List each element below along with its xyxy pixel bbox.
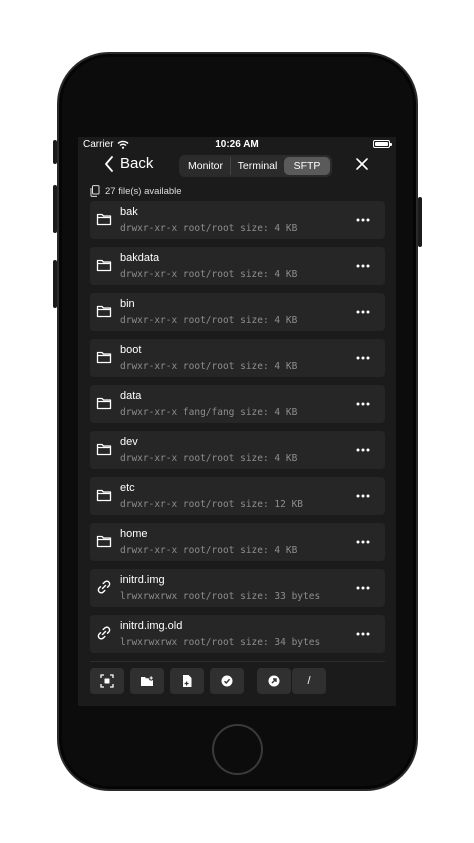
file-name: boot bbox=[120, 344, 142, 356]
file-meta: drwxr-xr-x root/root size: 4 KB bbox=[120, 269, 298, 280]
more-options-icon[interactable] bbox=[355, 445, 371, 455]
more-options-icon[interactable] bbox=[355, 399, 371, 409]
file-meta: lrwxrwxrwx root/root size: 34 bytes bbox=[120, 637, 321, 648]
new-folder-icon bbox=[141, 675, 154, 686]
back-label: Back bbox=[120, 155, 154, 172]
link-icon bbox=[97, 580, 111, 594]
file-name: dev bbox=[120, 436, 138, 448]
more-options-icon[interactable] bbox=[355, 583, 371, 593]
file-meta: drwxr-xr-x root/root size: 4 KB bbox=[120, 453, 298, 464]
file-name: etc bbox=[120, 482, 135, 494]
close-icon[interactable] bbox=[354, 156, 370, 172]
file-meta: drwxr-xr-x root/root size: 4 KB bbox=[120, 361, 298, 372]
file-row[interactable]: initrd.img lrwxrwxrwx root/root size: 33… bbox=[90, 569, 385, 607]
file-name: bak bbox=[120, 206, 138, 218]
tab-monitor[interactable]: Monitor bbox=[181, 157, 231, 175]
select-all-button[interactable] bbox=[210, 668, 244, 694]
arrow-circle-icon bbox=[268, 675, 280, 687]
new-file-button[interactable] bbox=[170, 668, 204, 694]
file-meta: drwxr-xr-x root/root size: 4 KB bbox=[120, 315, 298, 326]
folder-icon bbox=[96, 443, 112, 456]
file-count: 27 file(s) available bbox=[90, 185, 182, 197]
battery-icon bbox=[373, 140, 392, 148]
file-row[interactable]: bak drwxr-xr-x root/root size: 4 KB bbox=[90, 201, 385, 239]
power-button bbox=[418, 197, 422, 247]
folder-icon bbox=[96, 305, 112, 318]
file-row[interactable]: initrd.img.old lrwxrwxrwx root/root size… bbox=[90, 615, 385, 653]
navigation-bar: Back Monitor Terminal SFTP bbox=[78, 153, 396, 183]
file-row[interactable]: etc drwxr-xr-x root/root size: 12 KB bbox=[90, 477, 385, 515]
folder-icon bbox=[96, 351, 112, 364]
new-file-icon bbox=[183, 675, 192, 687]
path-button[interactable]: / bbox=[292, 668, 326, 694]
more-options-icon[interactable] bbox=[355, 215, 371, 225]
file-row[interactable]: home drwxr-xr-x root/root size: 4 KB bbox=[90, 523, 385, 561]
app-screen: Carrier 10:26 AM Back Monitor Terminal S… bbox=[78, 137, 396, 706]
file-meta: drwxr-xr-x fang/fang size: 4 KB bbox=[120, 407, 298, 418]
folder-icon bbox=[96, 213, 112, 226]
bottom-toolbar: / bbox=[78, 667, 396, 695]
more-options-icon[interactable] bbox=[355, 261, 371, 271]
more-options-icon[interactable] bbox=[355, 353, 371, 363]
scan-button[interactable] bbox=[90, 668, 124, 694]
link-icon bbox=[97, 626, 111, 640]
file-name: initrd.img.old bbox=[120, 620, 183, 632]
file-meta: lrwxrwxrwx root/root size: 33 bytes bbox=[120, 591, 321, 602]
file-meta: drwxr-xr-x root/root size: 4 KB bbox=[120, 223, 298, 234]
documents-icon bbox=[90, 185, 100, 197]
file-row[interactable]: dev drwxr-xr-x root/root size: 4 KB bbox=[90, 431, 385, 469]
go-to-button[interactable] bbox=[257, 668, 291, 694]
file-name: bakdata bbox=[120, 252, 160, 264]
tab-terminal[interactable]: Terminal bbox=[231, 157, 284, 175]
file-count-label: 27 file(s) available bbox=[105, 185, 182, 197]
home-button bbox=[212, 724, 263, 775]
new-folder-button[interactable] bbox=[130, 668, 164, 694]
divider bbox=[90, 661, 385, 662]
file-row[interactable]: data drwxr-xr-x fang/fang size: 4 KB bbox=[90, 385, 385, 423]
more-options-icon[interactable] bbox=[355, 491, 371, 501]
folder-icon bbox=[96, 259, 112, 272]
folder-icon bbox=[96, 535, 112, 548]
file-row[interactable]: bakdata drwxr-xr-x root/root size: 4 KB bbox=[90, 247, 385, 285]
back-button[interactable]: Back bbox=[104, 155, 153, 172]
more-options-icon[interactable] bbox=[355, 537, 371, 547]
file-meta: drwxr-xr-x root/root size: 4 KB bbox=[120, 545, 298, 556]
file-name: data bbox=[120, 390, 142, 402]
clock: 10:26 AM bbox=[215, 139, 259, 150]
file-name: initrd.img bbox=[120, 574, 165, 586]
more-options-icon[interactable] bbox=[355, 307, 371, 317]
scan-icon bbox=[100, 674, 114, 688]
file-row[interactable]: bin drwxr-xr-x root/root size: 4 KB bbox=[90, 293, 385, 331]
tab-sftp[interactable]: SFTP bbox=[284, 157, 330, 175]
folder-icon bbox=[96, 397, 112, 410]
file-meta: drwxr-xr-x root/root size: 12 KB bbox=[120, 499, 304, 510]
folder-icon bbox=[96, 489, 112, 502]
file-name: home bbox=[120, 528, 148, 540]
check-circle-icon bbox=[221, 675, 233, 687]
file-list: bak drwxr-xr-x root/root size: 4 KB bakd… bbox=[90, 201, 385, 661]
segmented-control: Monitor Terminal SFTP bbox=[179, 155, 332, 177]
chevron-left-icon bbox=[105, 155, 113, 172]
file-name: bin bbox=[120, 298, 135, 310]
more-options-icon[interactable] bbox=[355, 629, 371, 639]
file-row[interactable]: boot drwxr-xr-x root/root size: 4 KB bbox=[90, 339, 385, 377]
status-bar: Carrier 10:26 AM bbox=[78, 137, 396, 153]
